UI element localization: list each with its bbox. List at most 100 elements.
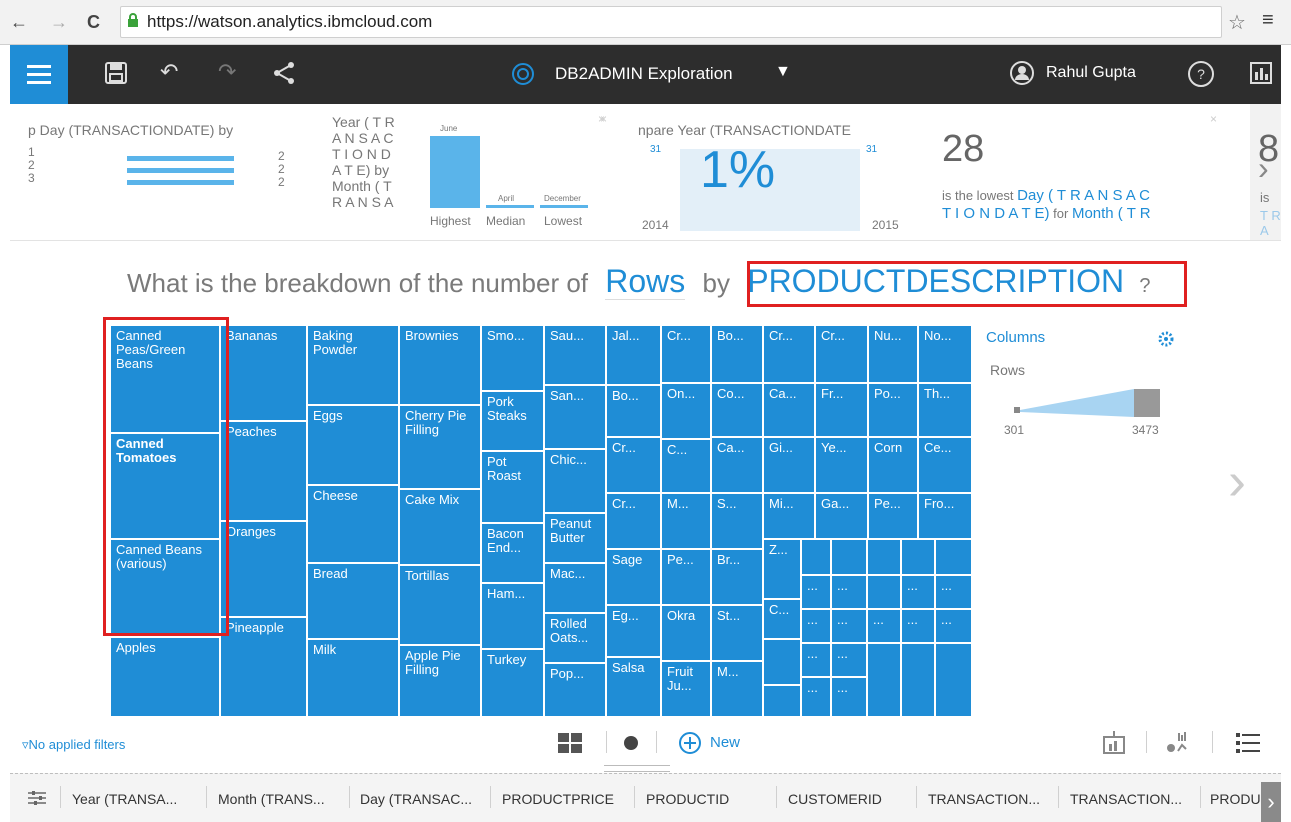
gear-icon[interactable]	[1158, 331, 1174, 347]
treemap-tile[interactable]	[867, 575, 901, 609]
treemap-tile[interactable]	[867, 539, 901, 575]
treemap-tile[interactable]	[867, 643, 901, 717]
treemap-tile[interactable]: Fr...	[815, 383, 868, 437]
dashboard-icon[interactable]	[1250, 62, 1272, 84]
treemap-tile[interactable]: San...	[544, 385, 606, 449]
treemap-tile[interactable]: Eg...	[606, 605, 661, 657]
treemap-tile[interactable]: Cheese	[307, 485, 399, 563]
treemap-tile[interactable]: Mac...	[544, 563, 606, 613]
close-icon[interactable]: ×	[1210, 112, 1217, 126]
column-header[interactable]: TRANSACTION...	[928, 791, 1040, 807]
treemap-tile[interactable]: ...	[831, 677, 867, 717]
treemap-tile[interactable]: Oranges	[220, 521, 307, 617]
treemap-tile[interactable]: Nu...	[868, 325, 918, 383]
treemap-tile[interactable]: Jal...	[606, 325, 661, 385]
treemap-tile[interactable]: S...	[711, 493, 763, 549]
treemap-tile[interactable]: Tortillas	[399, 565, 481, 645]
treemap-tile[interactable]: Co...	[711, 383, 763, 437]
treemap-tile[interactable]	[935, 539, 972, 575]
column-header[interactable]: TRANSACTION...	[1070, 791, 1182, 807]
undo-icon[interactable]: ↶	[160, 59, 178, 85]
treemap-tile[interactable]: ...	[901, 609, 935, 643]
url-text[interactable]: https://watson.analytics.ibmcloud.com	[147, 12, 432, 32]
treemap-tile[interactable]: Eggs	[307, 405, 399, 485]
column-header[interactable]: PRODU	[1210, 791, 1261, 807]
treemap-tile[interactable]: Pe...	[868, 493, 918, 539]
treemap-tile[interactable]: Bananas	[220, 325, 307, 421]
treemap-tile[interactable]	[831, 539, 867, 575]
legend-title[interactable]: Columns	[986, 329, 1045, 346]
treemap-tile[interactable]: ...	[831, 609, 867, 643]
sliders-icon[interactable]	[28, 790, 46, 806]
treemap-tile[interactable]: Apple Pie Filling	[399, 645, 481, 717]
treemap-tile[interactable]: Apples	[110, 637, 220, 717]
treemap-tile[interactable]: C...	[763, 599, 801, 639]
treemap-tile[interactable]: Rolled Oats...	[544, 613, 606, 663]
treemap-tile[interactable]	[901, 643, 935, 717]
treemap-view-icon[interactable]	[558, 733, 582, 753]
treemap-tile[interactable]: Cr...	[763, 325, 815, 383]
exploration-title-dropdown[interactable]: DB2ADMIN Exploration ▼	[510, 57, 810, 93]
column-header[interactable]: PRODUCTID	[646, 791, 729, 807]
address-bar[interactable]: https://watson.analytics.ibmcloud.com	[120, 6, 1222, 38]
column-header[interactable]: Day (TRANSAC...	[360, 791, 472, 807]
treemap-tile[interactable]: Ye...	[815, 437, 868, 493]
treemap-tile[interactable]: ...	[935, 609, 972, 643]
user-name[interactable]: Rahul Gupta	[1046, 64, 1136, 82]
treemap-tile[interactable]: Pork Steaks	[481, 391, 544, 451]
insight-card-1[interactable]: p Day (TRANSACTIONDATE) by 123 222	[10, 104, 310, 240]
treemap-tile[interactable]: Ham...	[481, 583, 544, 649]
treemap-tile[interactable]: Peanut Butter	[544, 513, 606, 563]
chart-insight-icon[interactable]	[1102, 731, 1126, 755]
treemap-tile[interactable]: Mi...	[763, 493, 815, 539]
measure-selector[interactable]: Rows	[605, 263, 686, 300]
save-icon[interactable]	[105, 62, 127, 84]
treemap-tile[interactable]: Fro...	[918, 493, 972, 539]
treemap-tile[interactable]: ...	[801, 575, 831, 609]
treemap-tile[interactable]: Pot Roast	[481, 451, 544, 523]
treemap-tile[interactable]: Bo...	[606, 385, 661, 437]
insight-card-3[interactable]: npare Year (TRANSACTIONDATE 31 1% 31 201…	[598, 104, 908, 240]
treemap-tile[interactable]: Ce...	[918, 437, 972, 493]
browser-menu-icon[interactable]: ≡	[1262, 9, 1274, 32]
treemap-tile[interactable]: Bo...	[711, 325, 763, 383]
treemap-tile[interactable]: Brownies	[399, 325, 481, 405]
column-header[interactable]: Year (TRANSA...	[72, 791, 177, 807]
treemap-tile[interactable]: ...	[867, 609, 901, 643]
help-button[interactable]: ?	[1188, 61, 1214, 87]
treemap-tile[interactable]: Sage	[606, 549, 661, 605]
treemap-tile[interactable]: ...	[831, 575, 867, 609]
treemap-tile[interactable]: ...	[901, 575, 935, 609]
treemap-tile[interactable]: Pop...	[544, 663, 606, 717]
insight-card-4[interactable]: 28 is the lowest Day ( T R A N S A C T I…	[930, 104, 1230, 240]
treemap-tile[interactable]: Turkey	[481, 649, 544, 717]
treemap-tile[interactable]: Bacon End...	[481, 523, 544, 583]
treemap-tile[interactable]: M...	[711, 661, 763, 717]
close-icon[interactable]: ×	[598, 112, 605, 126]
treemap-tile[interactable]	[935, 643, 972, 717]
column-header[interactable]: Month (TRANS...	[218, 791, 325, 807]
treemap-tile[interactable]: St...	[711, 605, 763, 661]
back-icon[interactable]: ←	[10, 12, 28, 33]
column-header[interactable]: PRODUCTPRICE	[502, 791, 614, 807]
treemap-tile[interactable]: Peaches	[220, 421, 307, 521]
chevron-right-icon[interactable]: ›	[1228, 450, 1246, 512]
treemap-tile[interactable]: Smo...	[481, 325, 544, 391]
treemap-tile[interactable]: Okra	[661, 605, 711, 661]
scroll-right-button[interactable]: ›	[1261, 782, 1281, 822]
treemap-tile[interactable]: No...	[918, 325, 972, 383]
treemap-tile[interactable]	[801, 539, 831, 575]
treemap-tile[interactable]: Po...	[868, 383, 918, 437]
insight-card-5[interactable]: 8 is T R A ›	[1250, 104, 1281, 240]
treemap-tile[interactable]: Milk	[307, 639, 399, 717]
treemap-tile[interactable]: Pineapple	[220, 617, 307, 717]
treemap-tile[interactable]: Ga...	[815, 493, 868, 539]
treemap-tile[interactable]: Cherry Pie Filling	[399, 405, 481, 489]
treemap-tile[interactable]: M...	[661, 493, 711, 549]
treemap-tile[interactable]: Pe...	[661, 549, 711, 605]
treemap-tile[interactable]: Gi...	[763, 437, 815, 493]
treemap-tile[interactable]: On...	[661, 383, 711, 439]
treemap-tile[interactable]: Fruit Ju...	[661, 661, 711, 717]
bookmark-star-icon[interactable]: ☆	[1228, 10, 1246, 35]
treemap-tile[interactable]: Sau...	[544, 325, 606, 385]
